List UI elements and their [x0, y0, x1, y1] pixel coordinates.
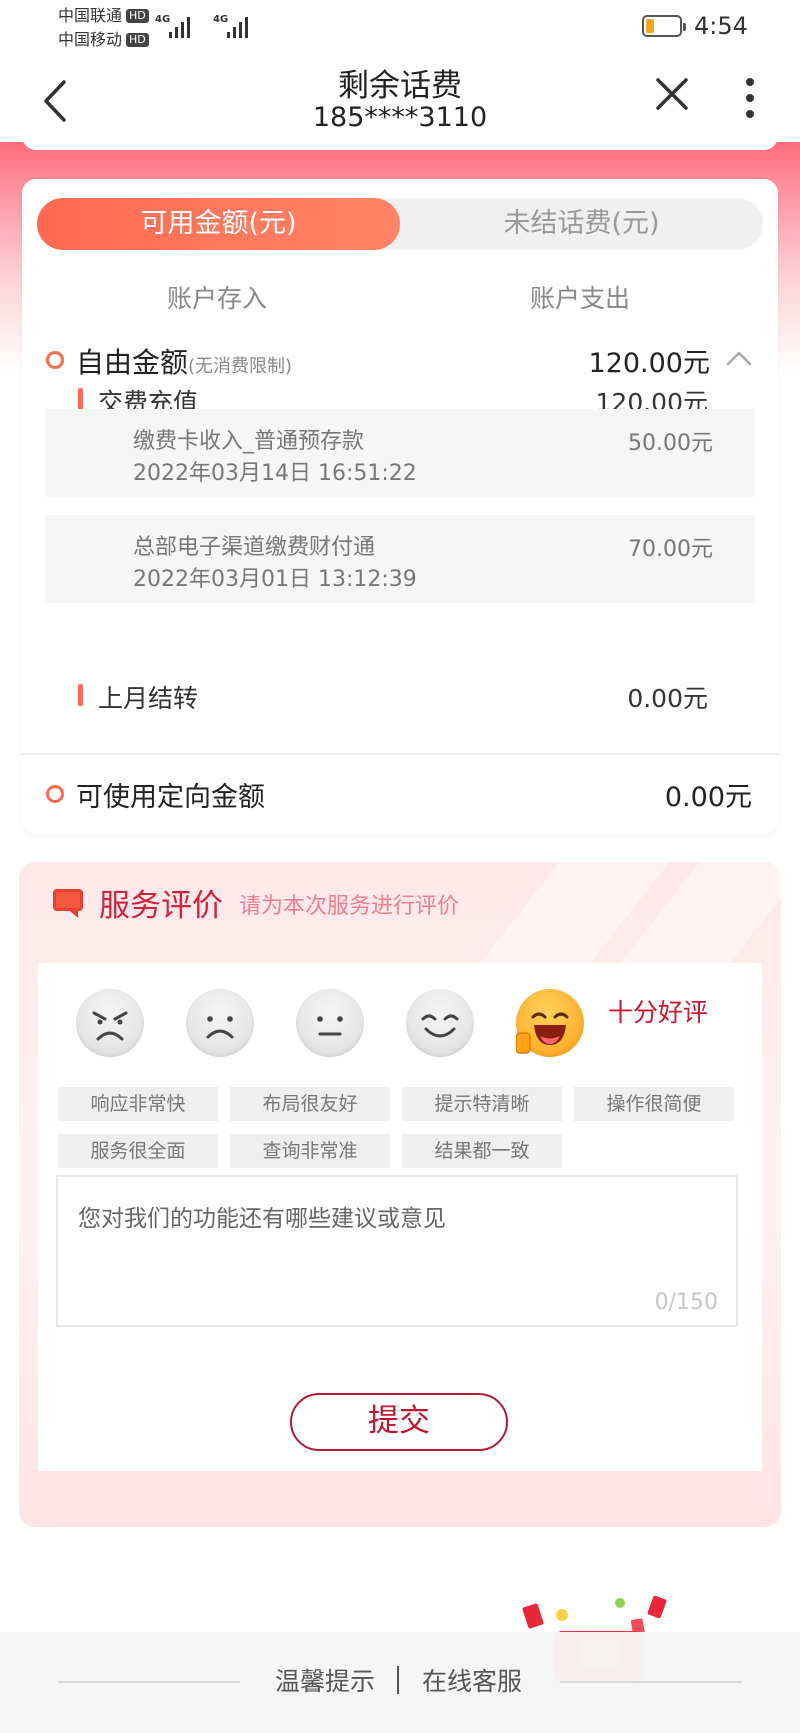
- rating-tag[interactable]: 响应非常快: [58, 1087, 218, 1121]
- rating-level-label: 十分好评: [608, 998, 709, 1027]
- footer-separator: [397, 1666, 399, 1694]
- rating-tag[interactable]: 提示特清晰: [402, 1087, 562, 1121]
- free-amount-note: (无消费限制): [188, 356, 293, 377]
- bullet-ring-icon: [46, 785, 64, 803]
- neutral-face-icon[interactable]: [296, 989, 364, 1057]
- status-bar: 中国联通 HD 中国移动 HD 4G 4G 4:54: [0, 0, 800, 56]
- battery-level: [646, 19, 654, 33]
- chevron-up-icon[interactable]: [726, 349, 752, 367]
- signal-1-icon: 4G: [155, 14, 199, 38]
- char-counter: 0/150: [654, 1290, 718, 1315]
- orange-bar-icon: [78, 388, 83, 410]
- column-deposit[interactable]: 账户存入: [167, 279, 267, 315]
- carrier-2: 中国移动 HD: [58, 30, 149, 50]
- rating-tag[interactable]: 服务很全面: [58, 1134, 218, 1168]
- online-service-link[interactable]: 在线客服: [422, 1662, 522, 1698]
- angry-face-icon[interactable]: [76, 989, 144, 1057]
- rating-tag[interactable]: 布局很友好: [230, 1087, 390, 1121]
- close-icon[interactable]: [652, 74, 692, 114]
- laughing-thumbs-up-icon[interactable]: [516, 989, 584, 1057]
- tab-available-amount[interactable]: 可用金额(元): [37, 198, 400, 250]
- rating-panel: 十分好评 响应非常快 布局很友好 提示特清晰 操作很简便 服务很全面 查询非常准…: [38, 963, 762, 1471]
- service-rating-section: 服务评价 请为本次服务进行评价 十分好评 响应非常快 布局很友好 提示特清晰 操…: [19, 862, 781, 1527]
- bullet-ring-icon: [46, 351, 64, 369]
- balance-card: 可用金额(元) 未结话费(元) 账户存入 账户支出 自由金额(无消费限制) 12…: [22, 179, 778, 834]
- footer-bar: 温馨提示 在线客服: [0, 1632, 800, 1733]
- previous-card-edge: [22, 132, 778, 150]
- free-amount-value: 120.00元: [588, 348, 710, 379]
- free-amount-label: 自由金额: [76, 346, 189, 379]
- orange-bar-icon: [78, 684, 83, 706]
- carryover-label: 上月结转: [98, 684, 199, 713]
- clock: 4:54: [694, 12, 748, 40]
- carryover-amount: 0.00元: [627, 684, 708, 713]
- rating-subtitle: 请为本次服务进行评价: [239, 894, 460, 919]
- feedback-textarea[interactable]: 您对我们的功能还有哪些建议或意见 0/150: [56, 1175, 738, 1327]
- divider: [22, 753, 778, 755]
- column-expense[interactable]: 账户支出: [530, 279, 630, 315]
- battery-icon: [642, 15, 686, 37]
- carrier-1: 中国联通 HD: [58, 6, 149, 26]
- footer-line-left: [58, 1681, 240, 1683]
- signal-2-icon: 4G: [213, 14, 257, 38]
- directed-amount-value: 0.00元: [664, 782, 752, 813]
- tab-unsettled-fee[interactable]: 未结话费(元): [400, 198, 763, 250]
- warm-tips-link[interactable]: 温馨提示: [275, 1662, 375, 1698]
- feedback-placeholder: 您对我们的功能还有哪些建议或意见: [78, 1206, 446, 1232]
- hd-badge-2: HD: [126, 33, 149, 47]
- detail-item: 总部电子渠道缴费财付通 2022年03月01日 13:12:39 70.00元: [45, 515, 755, 603]
- rating-tag[interactable]: 结果都一致: [402, 1134, 562, 1168]
- free-amount-row[interactable]: 自由金额(无消费限制): [76, 341, 292, 381]
- rating-tag[interactable]: 查询非常准: [230, 1134, 390, 1168]
- chat-bubble-icon: [53, 889, 83, 918]
- nav-bar: 剩余话费 185****3110: [0, 56, 800, 142]
- hd-badge-1: HD: [126, 9, 149, 23]
- amount-tabs: 可用金额(元) 未结话费(元): [37, 198, 763, 250]
- signal-indicators: 4G 4G: [155, 14, 257, 38]
- more-vertical-icon[interactable]: [742, 76, 758, 120]
- footer-line-right: [560, 1681, 742, 1683]
- directed-amount-label: 可使用定向金额: [76, 782, 265, 813]
- detail-item: 缴费卡收入_普通预存款 2022年03月14日 16:51:22 50.00元: [45, 409, 755, 497]
- sad-face-icon[interactable]: [186, 989, 254, 1057]
- rating-tag[interactable]: 操作很简便: [574, 1087, 734, 1121]
- submit-button[interactable]: 提交: [290, 1393, 508, 1451]
- rating-title: 服务评价: [99, 888, 223, 924]
- smile-face-icon[interactable]: [406, 989, 474, 1057]
